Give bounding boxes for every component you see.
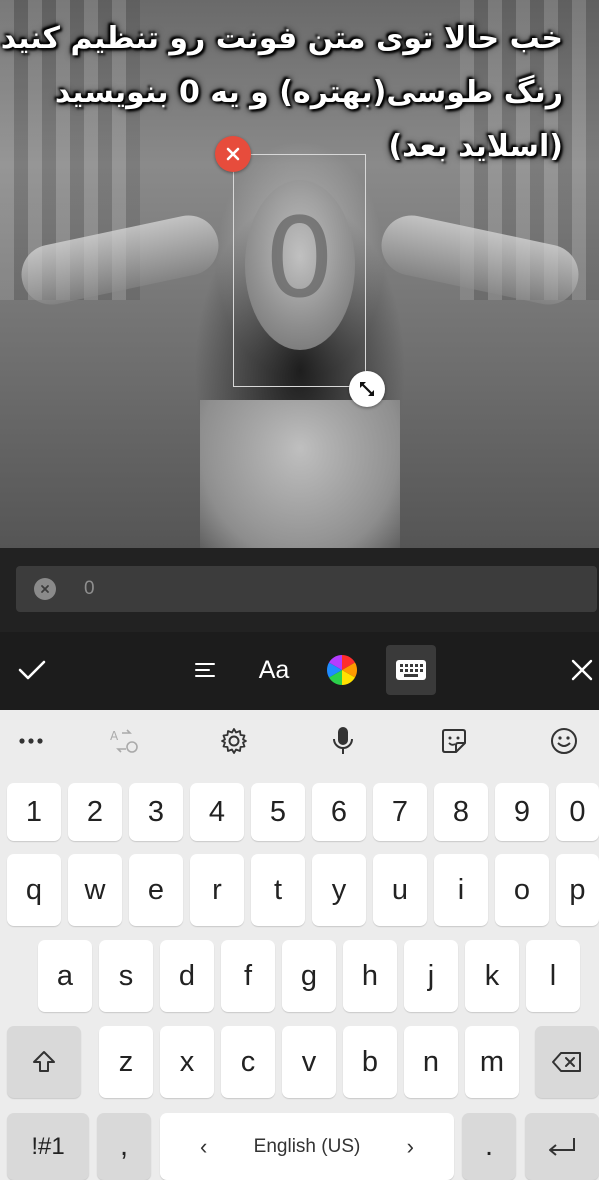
emoji-button[interactable] — [547, 724, 581, 758]
font-button[interactable]: Aa — [252, 648, 296, 692]
enter-key[interactable] — [525, 1113, 599, 1180]
emoji-icon — [551, 728, 577, 754]
delete-text-button[interactable] — [215, 136, 251, 172]
key-z[interactable]: z — [99, 1026, 153, 1098]
key-a[interactable]: a — [38, 940, 92, 1012]
align-left-icon — [195, 663, 215, 677]
key-u[interactable]: u — [373, 854, 427, 926]
key-g[interactable]: g — [282, 940, 336, 1012]
key-0[interactable]: 0 — [556, 783, 599, 841]
key-p[interactable]: p — [556, 854, 599, 926]
key-l[interactable]: l — [526, 940, 580, 1012]
key-i[interactable]: i — [434, 854, 488, 926]
key-j[interactable]: j — [404, 940, 458, 1012]
resize-text-handle[interactable] — [349, 371, 385, 407]
keyboard-tool-row: A — [0, 710, 599, 770]
voice-input-button[interactable] — [326, 724, 360, 758]
keyboard-icon — [396, 660, 426, 680]
space-bar-content: ‹ English (US) › — [160, 1134, 454, 1160]
close-editor-button[interactable] — [562, 648, 599, 692]
key-w[interactable]: w — [68, 854, 122, 926]
shift-key[interactable] — [7, 1026, 81, 1098]
key-s[interactable]: s — [99, 940, 153, 1012]
key-q[interactable]: q — [7, 854, 61, 926]
text-input-area: 0 — [0, 548, 599, 632]
gear-icon — [221, 728, 247, 754]
close-icon — [571, 659, 593, 681]
period-key[interactable]: . — [462, 1113, 516, 1180]
key-k[interactable]: k — [465, 940, 519, 1012]
space-bar[interactable]: ‹ English (US) › — [160, 1113, 454, 1180]
caption-line-2: رنگ طوسی(بهتره) و یه 0 بنویسید — [54, 75, 563, 110]
key-8[interactable]: 8 — [434, 783, 488, 841]
resize-arrows-icon — [360, 382, 374, 396]
microphone-icon — [333, 727, 353, 754]
language-right-arrow: › — [406, 1133, 414, 1159]
language-left-arrow: ‹ — [200, 1133, 208, 1159]
more-options-button[interactable] — [14, 724, 48, 758]
more-dots-icon — [19, 738, 43, 744]
key-4[interactable]: 4 — [190, 783, 244, 841]
color-picker-button[interactable] — [322, 650, 362, 690]
key-t[interactable]: t — [251, 854, 305, 926]
text-input-field[interactable]: 0 — [16, 566, 597, 612]
text-edit-toolbar: Aa — [0, 632, 599, 710]
key-v[interactable]: v — [282, 1026, 336, 1098]
clear-icon — [41, 585, 49, 593]
svg-text:A: A — [110, 729, 119, 743]
key-2[interactable]: 2 — [68, 783, 122, 841]
key-5[interactable]: 5 — [251, 783, 305, 841]
photo-shirt — [200, 400, 400, 548]
space-bar-label: English (US) — [253, 1135, 361, 1157]
key-o[interactable]: o — [495, 854, 549, 926]
confirm-button[interactable] — [10, 648, 54, 692]
key-e[interactable]: e — [129, 854, 183, 926]
caption-line-1: خب حالا توی متن فونت رو تنظیم کنید — [0, 21, 563, 56]
keyboard-toggle-button[interactable] — [386, 645, 436, 695]
tutorial-caption: خب حالا توی متن فونت رو تنظیم کنید رنگ ط… — [0, 12, 563, 174]
key-c[interactable]: c — [221, 1026, 275, 1098]
text-align-button[interactable] — [185, 650, 225, 690]
enter-icon — [549, 1137, 575, 1156]
key-r[interactable]: r — [190, 854, 244, 926]
photo-canvas[interactable]: خب حالا توی متن فونت رو تنظیم کنید رنگ ط… — [0, 0, 599, 548]
color-wheel-icon — [326, 655, 358, 685]
shift-icon — [33, 1051, 55, 1072]
key-f[interactable]: f — [221, 940, 275, 1012]
comma-key[interactable]: , — [97, 1113, 151, 1180]
key-7[interactable]: 7 — [373, 783, 427, 841]
key-m[interactable]: m — [465, 1026, 519, 1098]
backspace-key[interactable] — [535, 1026, 599, 1098]
key-9[interactable]: 9 — [495, 783, 549, 841]
key-h[interactable]: h — [343, 940, 397, 1012]
translate-button[interactable]: A — [107, 724, 141, 758]
keyboard-settings-button[interactable] — [217, 724, 251, 758]
symbols-key-label: !#1 — [31, 1132, 65, 1160]
key-d[interactable]: d — [160, 940, 214, 1012]
key-1[interactable]: 1 — [7, 783, 61, 841]
key-n[interactable]: n — [404, 1026, 458, 1098]
soft-keyboard: A 1 2 3 4 5 6 7 8 9 0 q w e r t y u i o … — [0, 710, 599, 1180]
key-b[interactable]: b — [343, 1026, 397, 1098]
key-3[interactable]: 3 — [129, 783, 183, 841]
key-6[interactable]: 6 — [312, 783, 366, 841]
text-element-content: 0 — [264, 194, 335, 322]
close-icon — [226, 147, 240, 161]
sticker-icon — [442, 729, 466, 753]
symbols-key[interactable]: !#1 — [7, 1113, 89, 1180]
backspace-icon — [552, 1052, 581, 1072]
translate-icon: A — [110, 729, 138, 753]
check-icon — [18, 660, 46, 680]
sticker-button[interactable] — [437, 724, 471, 758]
key-y[interactable]: y — [312, 854, 366, 926]
text-input-value: 0 — [84, 578, 95, 599]
clear-input-button[interactable] — [34, 578, 56, 600]
key-x[interactable]: x — [160, 1026, 214, 1098]
text-element-box[interactable]: 0 — [233, 154, 366, 387]
